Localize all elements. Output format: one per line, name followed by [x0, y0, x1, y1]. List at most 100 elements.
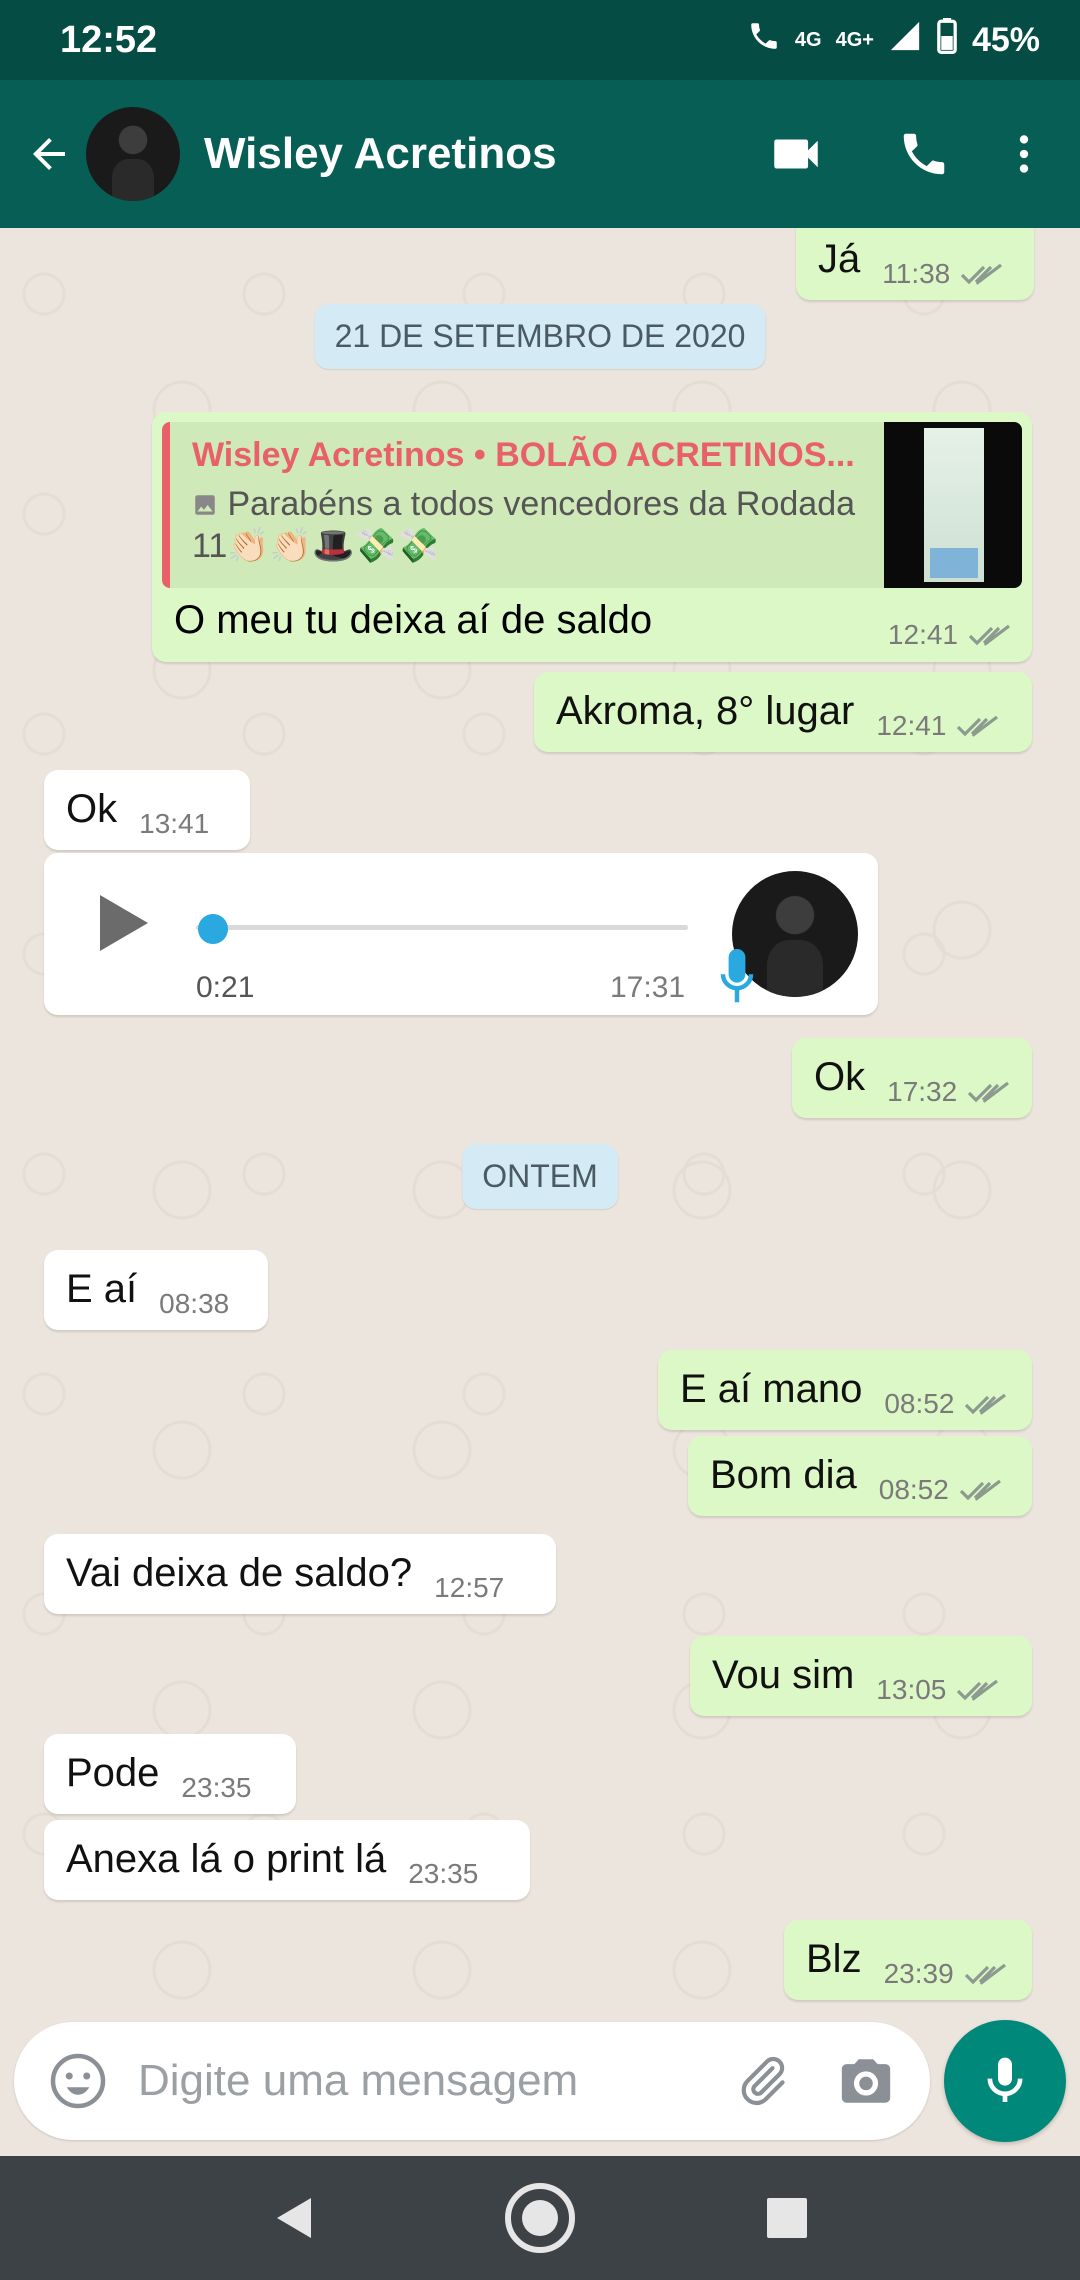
- read-ticks-icon: [964, 1963, 1006, 1985]
- status-bar: 12:52 4G 4G+ 45%: [0, 0, 1080, 80]
- message-meta: 08:52: [884, 1388, 1008, 1420]
- message-time: 08:38: [159, 1288, 230, 1319]
- message-bubble-outgoing[interactable]: Blz 23:39: [784, 1920, 1032, 2000]
- quoted-image-thumbnail: [884, 422, 1022, 588]
- message-text: Blz: [806, 1937, 862, 1981]
- message-meta: 17:32: [887, 1076, 1011, 1108]
- read-ticks-icon: [965, 1393, 1007, 1415]
- message-meta: 13:41: [139, 808, 209, 840]
- mic-icon: [720, 949, 754, 1003]
- more-vert-icon: [1019, 135, 1029, 173]
- message-bubble-incoming[interactable]: E aí 08:38: [44, 1250, 268, 1330]
- voice-message-bubble[interactable]: 0:21 17:31: [44, 853, 878, 1015]
- message-bubble-outgoing[interactable]: Já 11:38: [796, 228, 1034, 300]
- message-text: E aí mano: [680, 1367, 863, 1411]
- message-text: Akroma, 8° lugar: [556, 689, 855, 733]
- message-meta: 08:52: [879, 1474, 1003, 1506]
- read-ticks-icon: [968, 1081, 1010, 1103]
- message-time: 12:57: [434, 1572, 505, 1603]
- battery-icon: [936, 17, 958, 63]
- message-bubble-outgoing[interactable]: Ok 17:32: [792, 1038, 1032, 1118]
- video-call-icon: [774, 139, 818, 169]
- message-bubble-incoming[interactable]: Anexa lá o print lá 23:35: [44, 1820, 530, 1900]
- quoted-author: Wisley Acretinos • BOLÃO ACRETINOS...: [192, 436, 855, 474]
- chat-header: Wisley Acretinos: [0, 80, 1080, 228]
- attach-button[interactable]: [722, 2041, 802, 2121]
- message-time: 08:52: [884, 1388, 955, 1419]
- message-meta: 23:35: [408, 1858, 478, 1890]
- read-ticks-icon: [957, 715, 999, 737]
- message-time: 11:38: [882, 258, 951, 289]
- message-input[interactable]: [138, 2056, 722, 2106]
- message-time: 12:41: [887, 619, 958, 650]
- message-text: Anexa lá o print lá: [66, 1837, 387, 1881]
- nav-home-icon: [504, 2183, 575, 2253]
- video-call-button[interactable]: [746, 104, 846, 204]
- signal-icon: [888, 19, 922, 62]
- message-bubble-outgoing[interactable]: Akroma, 8° lugar 12:41: [534, 672, 1032, 752]
- emoji-button[interactable]: [38, 2041, 118, 2121]
- contact-avatar[interactable]: [86, 107, 180, 201]
- audio-progress-track[interactable]: [196, 925, 688, 930]
- volte-call-icon: [747, 19, 781, 62]
- message-bubble-outgoing[interactable]: E aí mano 08:52: [658, 1350, 1032, 1430]
- message-text: Vai deixa de saldo?: [66, 1551, 413, 1595]
- status-time: 12:52: [60, 18, 158, 61]
- message-bubble-outgoing[interactable]: Vou sim 13:05: [690, 1636, 1032, 1716]
- play-button[interactable]: [100, 895, 148, 951]
- message-text: Pode: [66, 1751, 160, 1795]
- voice-duration: 0:21: [196, 971, 255, 1004]
- message-text: O meu tu deixa aí de saldo: [174, 598, 653, 642]
- message-bubble-incoming[interactable]: Ok 13:41: [44, 770, 250, 850]
- date-separator: ONTEM: [462, 1144, 618, 1209]
- phone-icon: [903, 133, 945, 175]
- contact-name[interactable]: Wisley Acretinos: [204, 129, 746, 179]
- photo-icon: [195, 495, 215, 515]
- message-text: Ok: [814, 1055, 866, 1099]
- message-bubble-incoming[interactable]: Vai deixa de saldo? 12:57: [44, 1534, 556, 1614]
- message-meta: 08:38: [159, 1288, 229, 1320]
- message-text: Bom dia: [710, 1453, 857, 1497]
- message-meta: 12:57: [434, 1572, 504, 1604]
- voice-call-button[interactable]: [874, 104, 974, 204]
- back-arrow-icon: [33, 138, 65, 170]
- message-time: 12:41: [876, 710, 947, 741]
- nav-back-button[interactable]: [253, 2178, 333, 2258]
- message-meta: 12:41: [876, 710, 1000, 742]
- message-meta: 13:05: [876, 1674, 1000, 1706]
- read-ticks-icon: [961, 263, 1003, 285]
- message-bubble-incoming[interactable]: Pode 23:35: [44, 1734, 296, 1814]
- message-time: 17:32: [887, 1076, 958, 1107]
- camera-icon: [841, 2059, 891, 2103]
- reply-message-bubble[interactable]: Wisley Acretinos • BOLÃO ACRETINOS... Pa…: [152, 412, 1032, 662]
- emoji-icon: [50, 2053, 106, 2109]
- message-text: E aí: [66, 1267, 138, 1311]
- nav-recents-button[interactable]: [747, 2178, 827, 2258]
- chat-area[interactable]: Já 11:38 21 DE SETEMBRO DE 2020 Wisley A…: [0, 228, 1080, 2018]
- message-meta: 23:39: [884, 1958, 1008, 1990]
- message-time: 23:39: [883, 1958, 954, 1989]
- read-ticks-icon: [968, 624, 1010, 646]
- nav-back-icon: [277, 2198, 312, 2238]
- read-ticks-icon: [959, 1479, 1001, 1501]
- quoted-text-row: Parabéns a todos vencedores da Rodada 11…: [192, 483, 872, 567]
- message-text: Ok: [66, 787, 118, 831]
- back-button[interactable]: [14, 104, 84, 204]
- battery-percent: 45%: [971, 20, 1040, 59]
- record-voice-button[interactable]: [944, 2020, 1066, 2142]
- message-time: 13:05: [876, 1674, 947, 1705]
- attach-icon: [741, 2056, 785, 2105]
- more-options-button[interactable]: [974, 104, 1074, 204]
- message-bubble-outgoing[interactable]: Bom dia 08:52: [688, 1436, 1032, 1516]
- message-time: 23:35: [408, 1858, 479, 1889]
- camera-button[interactable]: [826, 2041, 906, 2121]
- network-type-label-2: 4G+: [835, 28, 874, 51]
- audio-progress-knob[interactable]: [198, 914, 228, 944]
- message-text: Já: [818, 237, 861, 281]
- message-time: 23:35: [181, 1772, 252, 1803]
- quoted-message[interactable]: Wisley Acretinos • BOLÃO ACRETINOS... Pa…: [162, 422, 1022, 588]
- message-time: 08:52: [878, 1474, 949, 1505]
- nav-home-button[interactable]: [500, 2178, 580, 2258]
- network-type-label: 4G: [794, 28, 822, 51]
- message-composer: [14, 2022, 930, 2140]
